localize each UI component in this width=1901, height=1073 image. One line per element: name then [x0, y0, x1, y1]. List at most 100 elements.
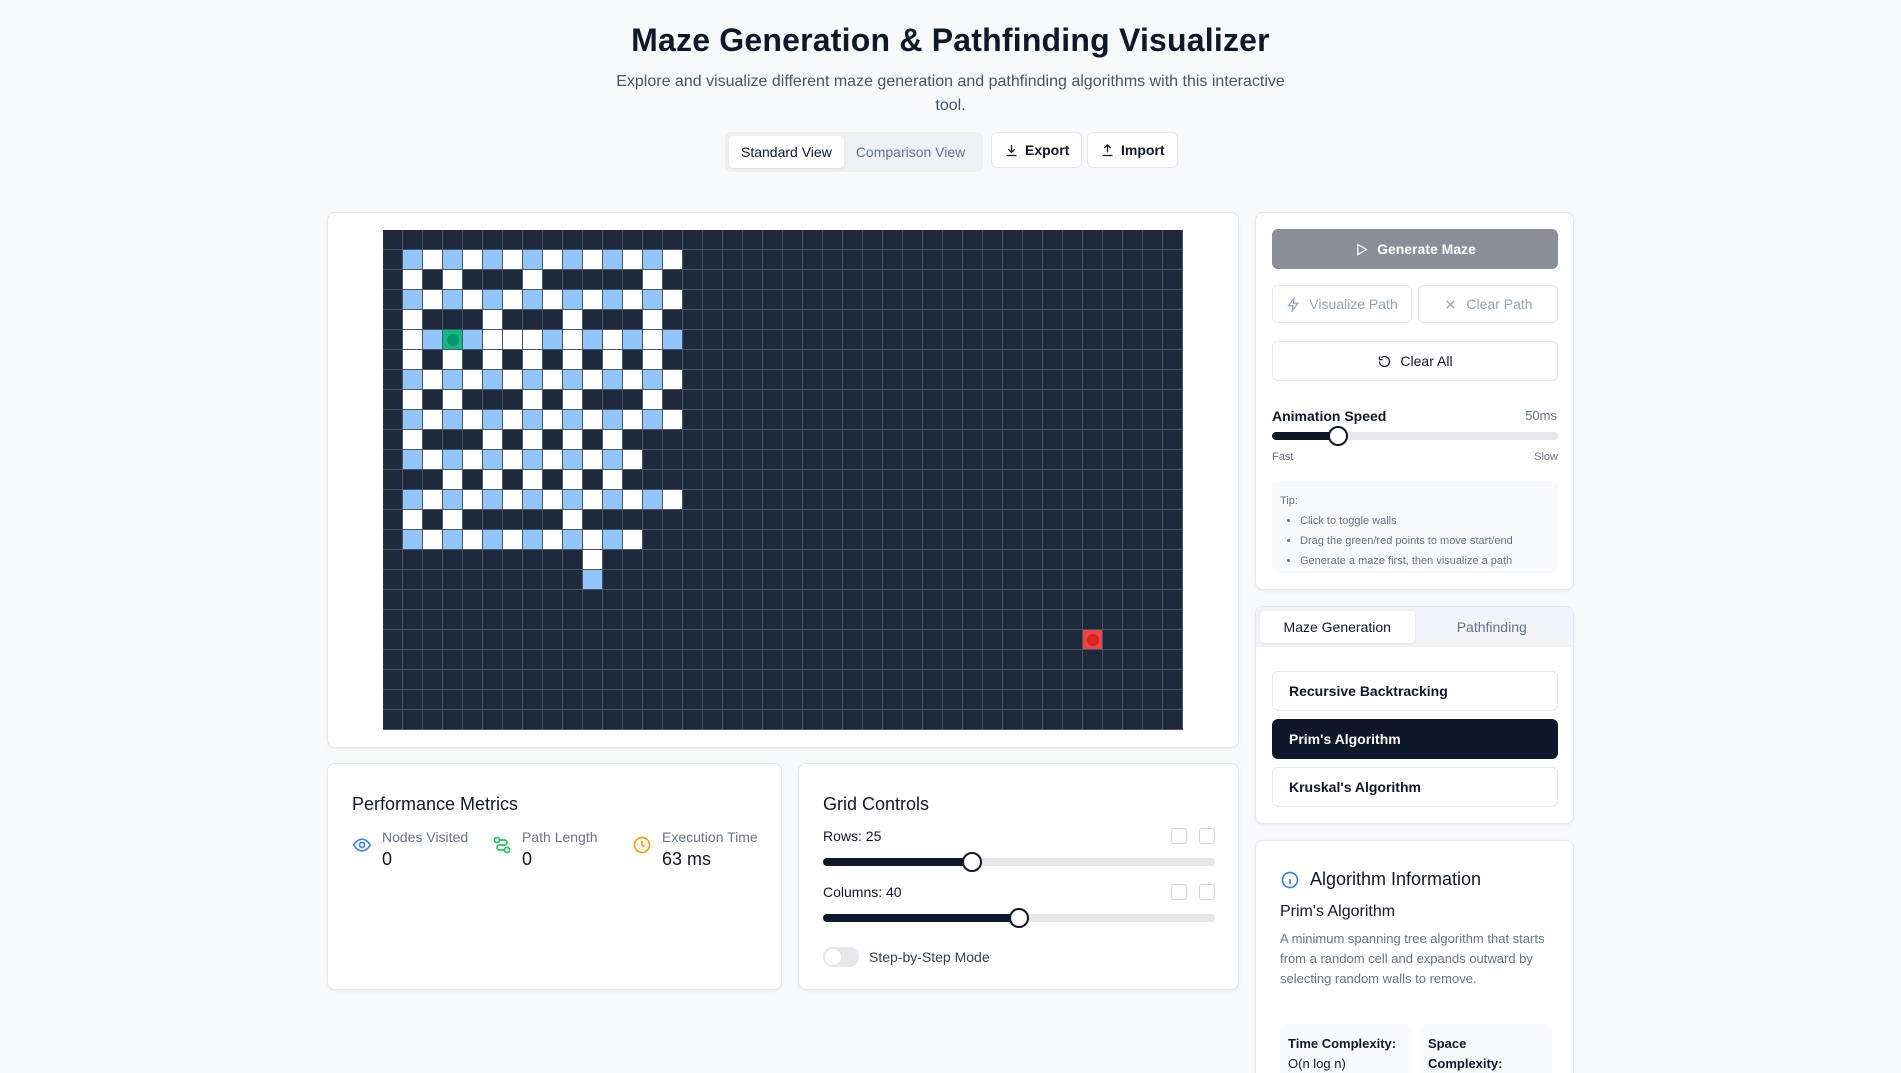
maze-cell-visited[interactable]	[483, 370, 503, 390]
maze-cell-open[interactable]	[423, 290, 443, 310]
maze-cell-wall[interactable]	[1003, 550, 1023, 570]
maze-cell-wall[interactable]	[1043, 470, 1063, 490]
maze-cell-open[interactable]	[563, 390, 583, 410]
maze-cell-wall[interactable]	[763, 350, 783, 370]
maze-cell-wall[interactable]	[843, 450, 863, 470]
maze-cell-wall[interactable]	[623, 710, 643, 730]
maze-cell-wall[interactable]	[883, 630, 903, 650]
maze-cell-wall[interactable]	[1003, 230, 1023, 250]
maze-cell-wall[interactable]	[783, 390, 803, 410]
rows-slider[interactable]	[823, 852, 1215, 872]
maze-cell-wall[interactable]	[1123, 430, 1143, 450]
maze-cell-open[interactable]	[623, 490, 643, 510]
maze-cell-wall[interactable]	[1043, 490, 1063, 510]
maze-cell-wall[interactable]	[663, 710, 683, 730]
maze-cell-wall[interactable]	[1043, 710, 1063, 730]
maze-cell-wall[interactable]	[763, 290, 783, 310]
maze-cell-wall[interactable]	[803, 470, 823, 490]
maze-cell-wall[interactable]	[383, 330, 403, 350]
maze-cell-wall[interactable]	[603, 590, 623, 610]
clear-all-button[interactable]: Clear All	[1272, 341, 1558, 381]
maze-cell-wall[interactable]	[663, 390, 683, 410]
maze-cell-wall[interactable]	[903, 250, 923, 270]
maze-cell-wall[interactable]	[823, 390, 843, 410]
maze-cell-wall[interactable]	[1163, 630, 1183, 650]
maze-cell-wall[interactable]	[1163, 490, 1183, 510]
maze-cell-wall[interactable]	[1163, 690, 1183, 710]
maze-cell-wall[interactable]	[883, 590, 903, 610]
maze-cell-wall[interactable]	[583, 630, 603, 650]
maze-cell-wall[interactable]	[503, 230, 523, 250]
maze-cell-wall[interactable]	[1003, 590, 1023, 610]
maze-cell-visited[interactable]	[523, 290, 543, 310]
maze-cell-wall[interactable]	[983, 350, 1003, 370]
maze-cell-wall[interactable]	[803, 610, 823, 630]
maze-cell-wall[interactable]	[683, 610, 703, 630]
maze-cell-wall[interactable]	[1063, 470, 1083, 490]
maze-cell-wall[interactable]	[843, 410, 863, 430]
maze-cell-wall[interactable]	[843, 270, 863, 290]
maze-cell-open[interactable]	[583, 490, 603, 510]
maze-cell-wall[interactable]	[1163, 530, 1183, 550]
maze-cell-wall[interactable]	[1063, 650, 1083, 670]
maze-cell-wall[interactable]	[463, 630, 483, 650]
maze-cell-visited[interactable]	[523, 450, 543, 470]
maze-cell-wall[interactable]	[383, 310, 403, 330]
maze-cell-wall[interactable]	[623, 270, 643, 290]
maze-cell-wall[interactable]	[623, 470, 643, 490]
maze-cell-wall[interactable]	[783, 370, 803, 390]
maze-cell-wall[interactable]	[623, 230, 643, 250]
maze-cell-wall[interactable]	[1163, 450, 1183, 470]
maze-cell-wall[interactable]	[743, 550, 763, 570]
maze-cell-wall[interactable]	[443, 610, 463, 630]
maze-cell-wall[interactable]	[923, 610, 943, 630]
maze-cell-wall[interactable]	[723, 270, 743, 290]
maze-cell-wall[interactable]	[1083, 550, 1103, 570]
maze-cell-wall[interactable]	[843, 330, 863, 350]
maze-cell-wall[interactable]	[683, 290, 703, 310]
maze-cell-open[interactable]	[483, 310, 503, 330]
maze-cell-open[interactable]	[563, 350, 583, 370]
maze-cell-visited[interactable]	[663, 330, 683, 350]
maze-cell-wall[interactable]	[663, 610, 683, 630]
maze-cell-open[interactable]	[643, 310, 663, 330]
maze-cell-wall[interactable]	[663, 690, 683, 710]
maze-cell-wall[interactable]	[523, 570, 543, 590]
maze-cell-wall[interactable]	[983, 590, 1003, 610]
maze-cell-wall[interactable]	[703, 230, 723, 250]
maze-cell-wall[interactable]	[603, 390, 623, 410]
maze-cell-wall[interactable]	[703, 410, 723, 430]
maze-cell-open[interactable]	[523, 330, 543, 350]
maze-cell-open[interactable]	[583, 370, 603, 390]
maze-cell-wall[interactable]	[383, 350, 403, 370]
maze-cell-wall[interactable]	[1143, 490, 1163, 510]
maze-cell-visited[interactable]	[483, 530, 503, 550]
maze-cell-wall[interactable]	[623, 310, 643, 330]
maze-cell-wall[interactable]	[883, 670, 903, 690]
maze-cell-visited[interactable]	[643, 490, 663, 510]
maze-cell-wall[interactable]	[1143, 570, 1163, 590]
maze-cell-wall[interactable]	[623, 670, 643, 690]
maze-cell-wall[interactable]	[1143, 510, 1163, 530]
maze-cell-wall[interactable]	[1083, 710, 1103, 730]
maze-cell-visited[interactable]	[583, 570, 603, 590]
maze-cell-wall[interactable]	[1163, 470, 1183, 490]
maze-cell-wall[interactable]	[963, 250, 983, 270]
maze-cell-wall[interactable]	[1063, 670, 1083, 690]
maze-cell-visited[interactable]	[643, 410, 663, 430]
maze-cell-wall[interactable]	[863, 590, 883, 610]
maze-cell-open[interactable]	[443, 470, 463, 490]
maze-cell-wall[interactable]	[743, 230, 763, 250]
maze-cell-wall[interactable]	[703, 470, 723, 490]
maze-cell-wall[interactable]	[963, 630, 983, 650]
maze-cell-open[interactable]	[503, 410, 523, 430]
maze-cell-wall[interactable]	[423, 510, 443, 530]
maze-cell-wall[interactable]	[403, 230, 423, 250]
maze-cell-wall[interactable]	[923, 410, 943, 430]
maze-cell-wall[interactable]	[983, 310, 1003, 330]
maze-cell-wall[interactable]	[583, 270, 603, 290]
maze-cell-wall[interactable]	[663, 450, 683, 470]
maze-cell-wall[interactable]	[1163, 550, 1183, 570]
maze-cell-wall[interactable]	[883, 390, 903, 410]
maze-cell-wall[interactable]	[423, 390, 443, 410]
